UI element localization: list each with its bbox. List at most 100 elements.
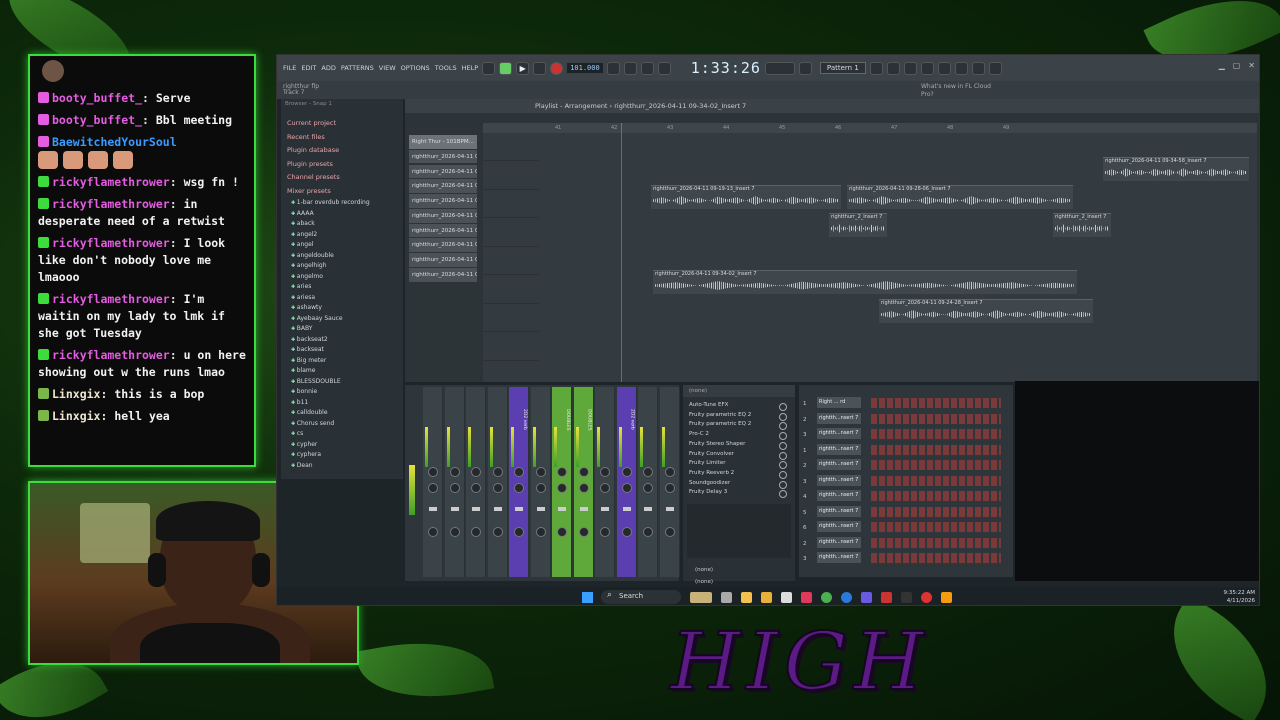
browser-preset-item[interactable]: backseat xyxy=(281,345,403,356)
browser-folder[interactable]: Recent files xyxy=(281,131,403,145)
fx-send-slot[interactable]: (none) xyxy=(683,564,795,576)
browser-preset-item[interactable]: ariesa xyxy=(281,293,403,304)
mixer-channel-strip[interactable]: 2D2 verb xyxy=(509,387,529,577)
step-sequencer[interactable] xyxy=(871,429,1001,439)
browser-preset-item[interactable]: calldouble xyxy=(281,408,403,419)
audio-clip[interactable]: rightthurr_2026-04-11 09-34-58_Insert 7 xyxy=(1103,157,1249,181)
send-knob[interactable] xyxy=(664,527,675,537)
edge-icon[interactable] xyxy=(841,591,852,603)
channel-row[interactable]: 2 rightth...nsert 7 xyxy=(803,536,1009,553)
taskbar-search[interactable]: Search xyxy=(601,590,681,604)
fx-slot[interactable]: Fruity Limiter xyxy=(683,459,795,469)
snap-icon[interactable] xyxy=(798,61,812,75)
send-knob[interactable] xyxy=(471,527,481,537)
pan-knob[interactable] xyxy=(557,467,567,477)
browser-preset-item[interactable]: 1-bar overdub recording xyxy=(281,198,403,209)
channel-mixer-number[interactable]: 3 xyxy=(803,479,811,485)
send-knob[interactable] xyxy=(514,527,524,537)
maximize-icon[interactable]: ▢ xyxy=(1233,61,1241,70)
metronome-icon[interactable] xyxy=(606,61,620,75)
mixer-channel-strip[interactable] xyxy=(638,387,658,577)
chat-username[interactable]: booty_buffet_ xyxy=(52,113,142,127)
track-header[interactable] xyxy=(483,333,539,361)
pattern-selector[interactable]: Pattern 1 xyxy=(819,62,866,74)
mixer-icon[interactable] xyxy=(920,61,934,75)
channel-row[interactable]: 4 rightth...nsert 7 xyxy=(803,490,1009,506)
volume-fader[interactable] xyxy=(665,507,674,511)
step-sequencer[interactable] xyxy=(871,506,1001,517)
send-knob[interactable] xyxy=(492,527,503,537)
browser-icon[interactable] xyxy=(937,61,951,75)
channel-mixer-number[interactable]: 5 xyxy=(803,510,811,516)
task-view-icon[interactable] xyxy=(721,591,732,603)
audio-clip[interactable]: rightthurr_2026-04-11 09-19-13_Insert 7 xyxy=(651,185,841,209)
browser-folder[interactable]: Current project xyxy=(281,117,403,131)
folder-icon[interactable] xyxy=(761,591,772,603)
browser-preset-item[interactable]: ashawty xyxy=(281,303,403,314)
countdown-icon[interactable] xyxy=(640,61,654,75)
pan-knob[interactable] xyxy=(449,467,460,477)
volume-knob[interactable] xyxy=(535,483,546,493)
fx-slot[interactable]: Fruity Delay 3 xyxy=(683,488,795,499)
send-knob[interactable] xyxy=(535,527,546,537)
volume-fader[interactable] xyxy=(515,507,523,511)
browser-preset-item[interactable]: b11 xyxy=(281,398,403,409)
step-sequencer[interactable] xyxy=(871,553,1001,563)
fx-slot-header[interactable]: (none) xyxy=(683,385,795,397)
step-sequencer[interactable] xyxy=(871,491,1001,501)
channel-name-button[interactable]: rightth...nsert 7 xyxy=(817,536,861,548)
browser-preset-item[interactable]: angel2 xyxy=(281,230,403,241)
send-knob[interactable] xyxy=(557,527,567,537)
channel-mixer-number[interactable]: 2 xyxy=(803,541,811,547)
chat-username[interactable]: booty_buffet_ xyxy=(52,91,142,105)
chat-username[interactable]: rickyflamethrower xyxy=(52,236,170,250)
volume-knob[interactable] xyxy=(578,483,589,493)
volume-fader[interactable] xyxy=(429,507,437,511)
channel-mixer-number[interactable]: 3 xyxy=(803,432,811,438)
menu-item[interactable]: PATTERNS xyxy=(341,64,374,72)
track-header[interactable] xyxy=(483,304,539,332)
channel-name-button[interactable]: rightth...nsert 7 xyxy=(817,443,861,455)
channel-row[interactable]: 5 rightth...nsert 7 xyxy=(803,505,1009,522)
menu-item[interactable]: OPTIONS xyxy=(401,64,430,72)
channel-row[interactable]: 2 rightth...nsert 7 xyxy=(803,459,1009,475)
mixer-channel-strip[interactable] xyxy=(530,387,551,577)
volume-fader[interactable] xyxy=(536,507,545,511)
cloud-icon[interactable] xyxy=(988,61,1002,75)
pattern-item[interactable]: Right Thur - 101BPM... xyxy=(409,135,477,150)
browser-preset-item[interactable]: Big meter xyxy=(281,356,403,367)
fx-slot[interactable]: Fruity parametric EQ 2 xyxy=(683,411,795,421)
mixer-channel-strip[interactable] xyxy=(444,387,465,577)
mixer-channel-strip[interactable] xyxy=(595,387,615,577)
channel-row[interactable]: 1 Right ... rd xyxy=(803,397,1009,413)
browser-preset-item[interactable]: BLESSDOUBLE xyxy=(281,377,403,388)
volume-fader[interactable] xyxy=(579,507,588,511)
track-header[interactable] xyxy=(483,219,539,247)
tempo-display[interactable]: 101.000 xyxy=(567,63,603,73)
volume-knob[interactable] xyxy=(600,483,610,493)
channel-mixer-number[interactable]: 3 xyxy=(803,556,811,562)
channel-mixer-number[interactable]: 1 xyxy=(803,401,811,407)
piano-roll-icon[interactable] xyxy=(886,61,900,75)
fx-slot[interactable]: Auto-Tune EFX xyxy=(683,401,795,411)
fx-slot[interactable]: Fruity Convolver xyxy=(683,450,795,460)
volume-knob[interactable] xyxy=(449,483,460,493)
chrome-icon[interactable] xyxy=(821,591,832,603)
pattern-item[interactable]: rightthurr_2026-04-11 0... xyxy=(409,164,477,180)
playhead[interactable] xyxy=(621,123,622,382)
audio-clip[interactable]: rightthurr_2_Insert 7 xyxy=(1053,213,1111,237)
step-sequencer[interactable] xyxy=(871,537,1001,548)
browser-preset-item[interactable]: Dean xyxy=(281,461,403,472)
send-knob[interactable] xyxy=(449,527,460,537)
mixer-channel-strip[interactable]: DOUBLES xyxy=(552,387,572,577)
browser-preset-item[interactable]: AAAA xyxy=(281,209,403,220)
record-mode-icon[interactable] xyxy=(482,61,496,75)
browser-preset-item[interactable]: angeldouble xyxy=(281,251,403,262)
channel-name-button[interactable]: rightth...nsert 7 xyxy=(817,490,861,501)
volume-knob[interactable] xyxy=(557,483,567,493)
file-explorer-icon[interactable] xyxy=(741,591,752,603)
volume-knob[interactable] xyxy=(471,483,481,493)
fx-slot[interactable]: Soundgoodizer xyxy=(683,479,795,489)
browser-folder[interactable]: Channel presets xyxy=(281,171,403,185)
chat-username[interactable]: Linxgix xyxy=(52,409,100,423)
